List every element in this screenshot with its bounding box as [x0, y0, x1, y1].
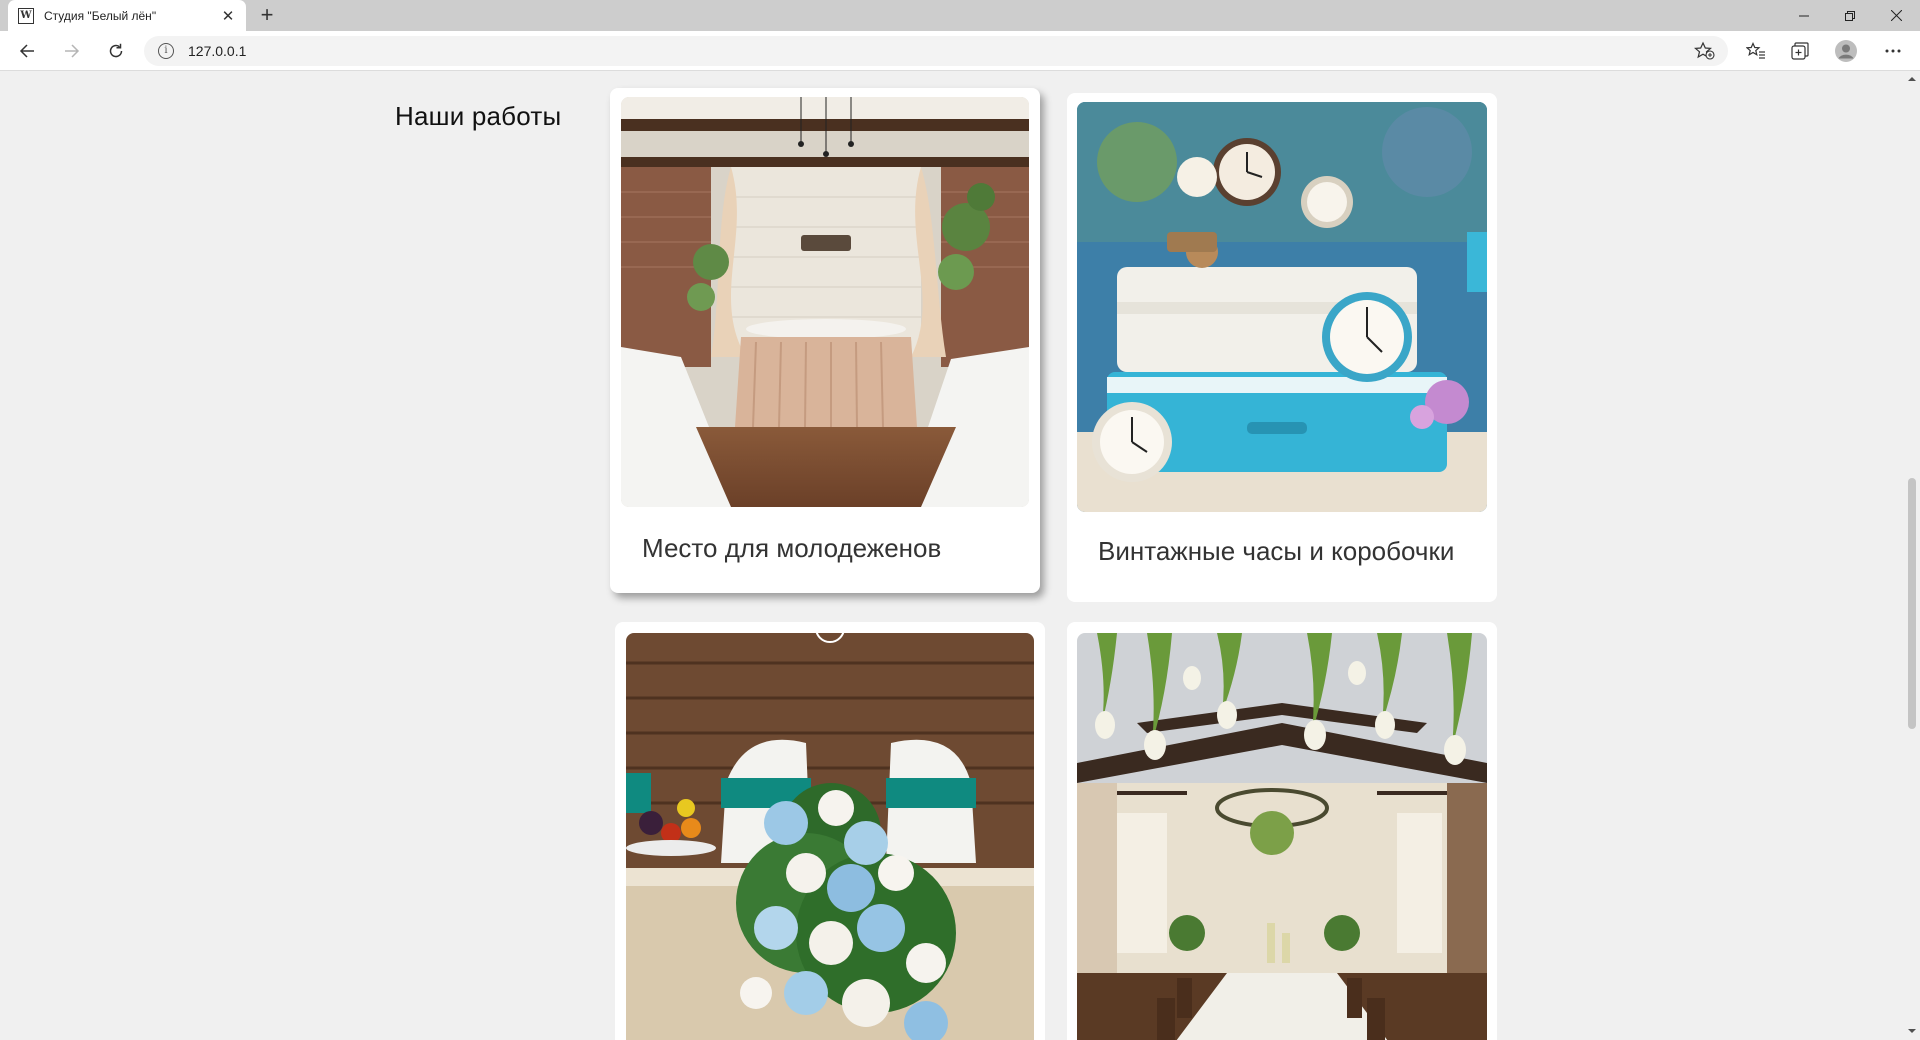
card-caption: Место для молодеженов	[642, 533, 942, 563]
reload-icon[interactable]	[100, 37, 132, 65]
portfolio-card[interactable]: Винтажные часы и коробочки	[1067, 93, 1497, 602]
site-info-icon[interactable]: i	[158, 43, 174, 59]
portfolio-card[interactable]	[1067, 622, 1497, 1040]
site-favicon-icon: W	[18, 7, 34, 24]
page-viewport: Наши работы Место для молодеженов Винтаж…	[0, 72, 1904, 1040]
url-text[interactable]: 127.0.0.1	[188, 43, 246, 59]
scroll-up-icon[interactable]	[1908, 75, 1916, 83]
add-favorite-icon[interactable]	[1694, 41, 1716, 61]
minimize-icon[interactable]	[1781, 0, 1827, 31]
browser-tab[interactable]: W Студия "Белый лён" ✕	[8, 0, 246, 31]
collections-icon[interactable]	[1784, 37, 1816, 65]
restore-icon[interactable]	[1827, 0, 1873, 31]
close-window-icon[interactable]	[1873, 0, 1919, 31]
favorites-icon[interactable]	[1740, 37, 1772, 65]
vertical-scrollbar[interactable]	[1904, 72, 1920, 1040]
more-options-icon[interactable]	[1877, 37, 1909, 65]
forward-icon[interactable]	[56, 37, 88, 65]
scrollbar-thumb[interactable]	[1908, 478, 1916, 729]
browser-toolbar: i 127.0.0.1	[0, 31, 1920, 71]
portfolio-card[interactable]: Место для молодеженов	[610, 88, 1040, 593]
card-photo-wedding-hall	[621, 97, 1029, 507]
section-title: Наши работы	[395, 101, 562, 131]
portfolio-card[interactable]	[615, 622, 1045, 1040]
new-tab-icon[interactable]: +	[254, 3, 280, 29]
browser-tab-strip: W Студия "Белый лён" ✕ +	[0, 0, 1920, 31]
card-caption: Винтажные часы и коробочки	[1098, 536, 1455, 566]
card-photo-banquet-hall	[1077, 633, 1487, 1040]
back-icon[interactable]	[11, 37, 43, 65]
scroll-down-icon[interactable]	[1908, 1027, 1916, 1035]
tab-close-icon[interactable]: ✕	[220, 7, 236, 25]
address-bar[interactable]: i 127.0.0.1	[144, 36, 1728, 66]
tab-title: Студия "Белый лён"	[44, 8, 157, 23]
profile-avatar-icon[interactable]	[1830, 37, 1862, 65]
card-photo-flower-arrangement	[626, 633, 1034, 1040]
card-photo-vintage-clocks	[1077, 102, 1487, 512]
